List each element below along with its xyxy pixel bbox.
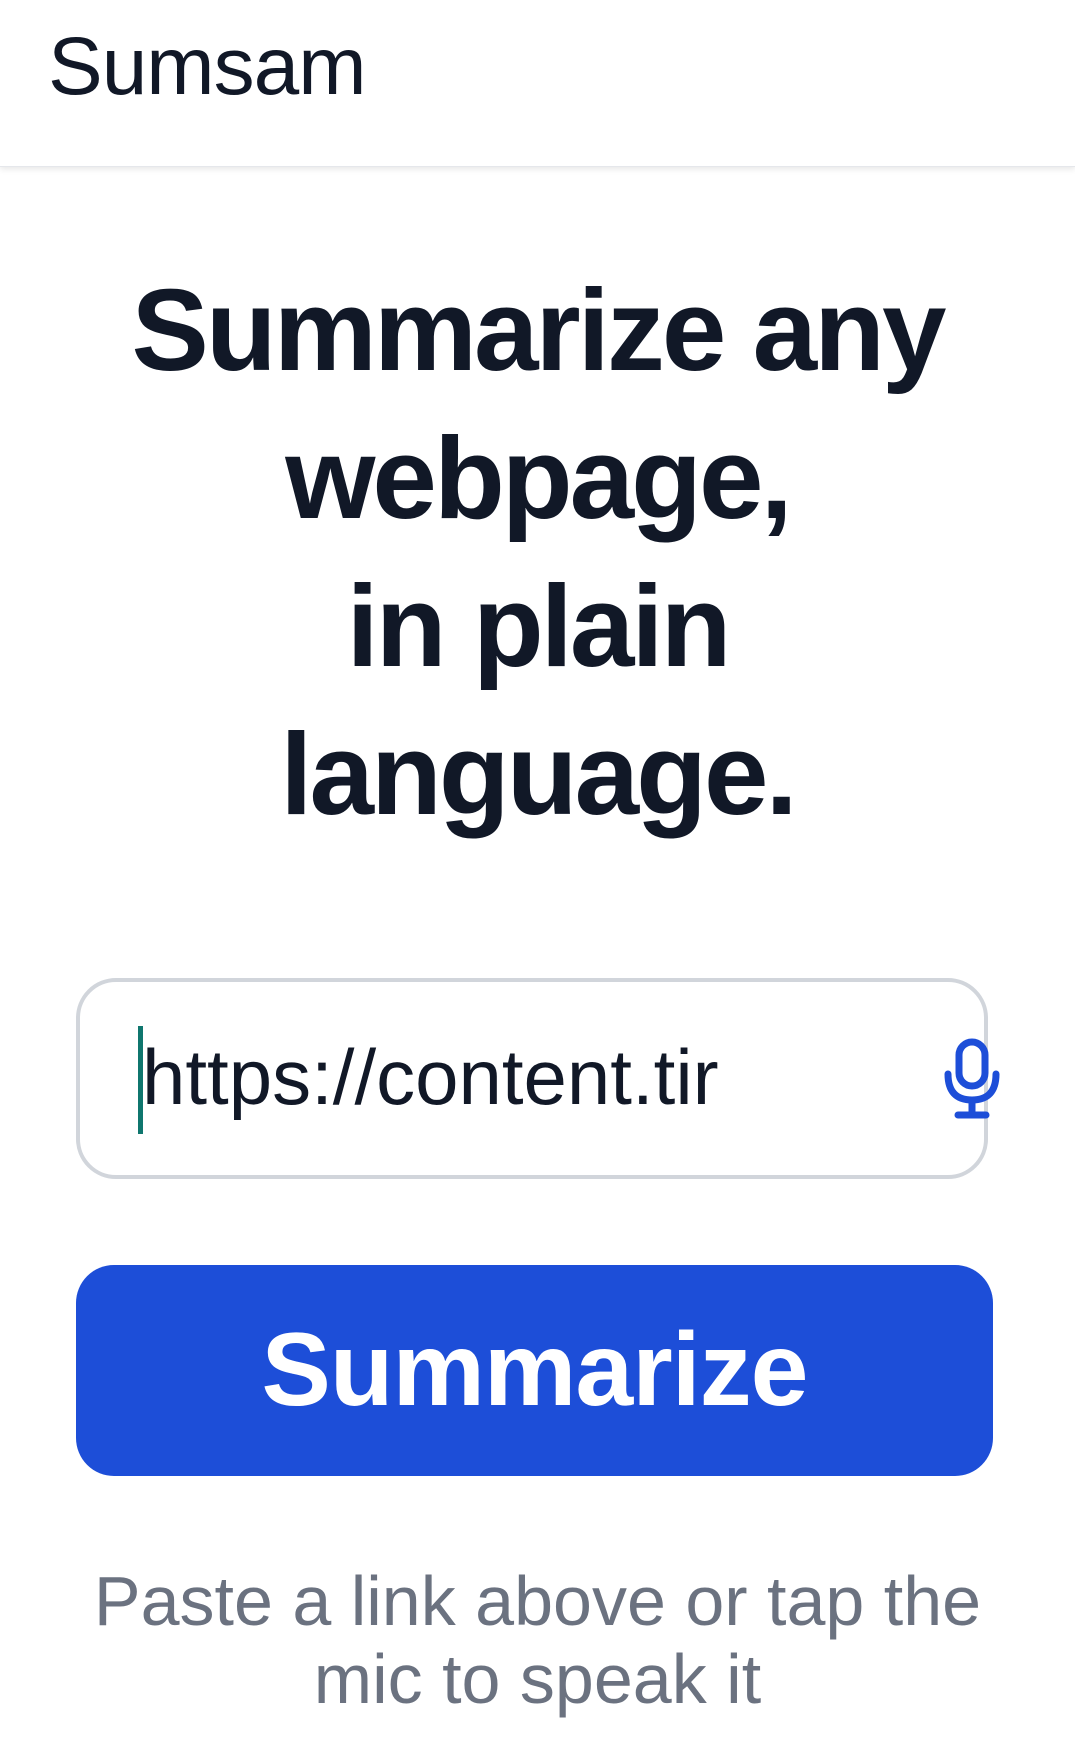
app-header: Sumsam bbox=[0, 0, 1075, 167]
url-input[interactable] bbox=[142, 1012, 842, 1142]
hero-heading-line: in plain bbox=[346, 561, 732, 691]
helper-text: Paste a link above or tap the mic to spe… bbox=[0, 1562, 1075, 1718]
url-input-box bbox=[76, 978, 1000, 1179]
summarize-button[interactable]: Summarize bbox=[76, 1265, 993, 1476]
hero-heading-line: language. bbox=[280, 709, 797, 839]
hero-heading-line: Summarize any bbox=[131, 265, 946, 395]
helper-text-line: mic to speak it bbox=[313, 1640, 762, 1718]
helper-text-line: Paste a link above or tap the bbox=[93, 1562, 982, 1640]
microphone-icon bbox=[944, 1038, 1000, 1119]
app-title: Sumsam bbox=[48, 21, 367, 112]
hero-heading-line: webpage, bbox=[285, 413, 793, 543]
mic-button[interactable] bbox=[922, 1028, 1022, 1128]
hero-heading: Summarize any webpage, in plain language… bbox=[0, 256, 1075, 848]
